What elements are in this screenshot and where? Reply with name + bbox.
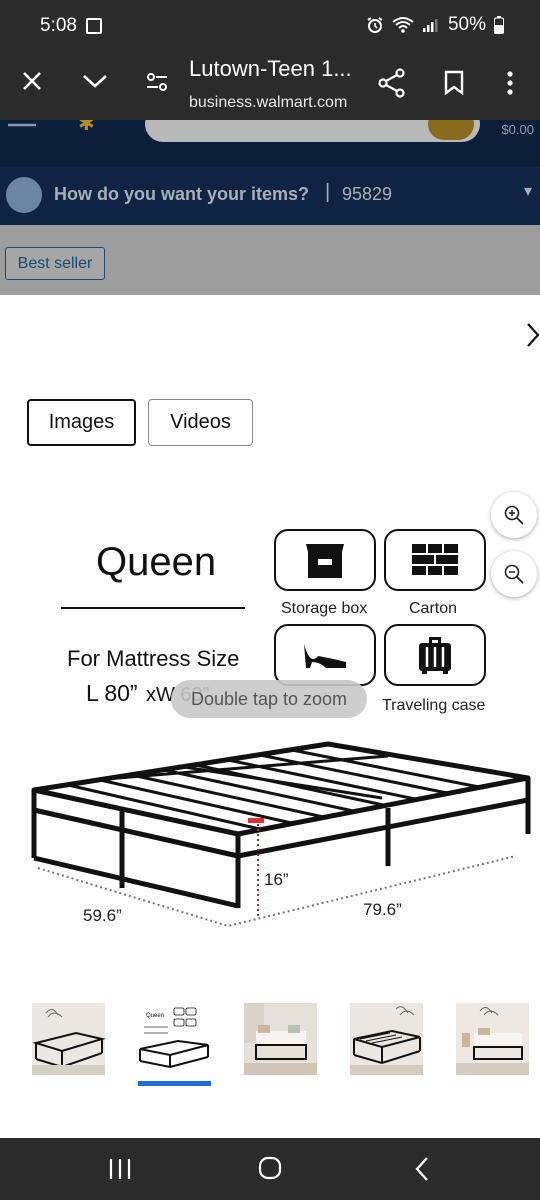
- thumbnail-1[interactable]: [32, 1003, 105, 1075]
- browser-toolbar: Lutown-Teen 1... business.walmart.com: [0, 52, 540, 120]
- page-url: business.walmart.com: [189, 94, 348, 111]
- selected-thumbnail-indicator: [138, 1081, 211, 1086]
- mattress-length: L 80”: [86, 680, 138, 706]
- gallery-notification-icon: [86, 18, 102, 34]
- home-icon[interactable]: [258, 1156, 282, 1180]
- traveling-case-badge: [384, 624, 486, 686]
- tab-images[interactable]: Images: [27, 399, 136, 446]
- bookmark-icon[interactable]: [443, 70, 465, 96]
- size-title: Queen: [96, 540, 217, 584]
- high-heel-icon: [304, 644, 346, 668]
- battery-icon: [494, 16, 504, 34]
- back-icon[interactable]: [414, 1156, 430, 1182]
- mattress-size-label: For Mattress Size: [67, 646, 240, 671]
- share-icon[interactable]: [378, 68, 406, 98]
- bedroom-2-thumb-image: [456, 1003, 529, 1075]
- site-header: ✱ $0.00: [0, 120, 540, 167]
- cart-total[interactable]: $0.00: [501, 122, 534, 137]
- page-title: Lutown-Teen 1...: [189, 56, 352, 81]
- divider-line: [61, 607, 245, 609]
- bedroom-thumb-image: [244, 1003, 317, 1075]
- battery-percent: 50%: [447, 14, 486, 35]
- width-dimension: 59.6”: [83, 906, 122, 925]
- thumbnail-3[interactable]: [244, 1003, 317, 1075]
- height-dimension: 16”: [264, 870, 289, 889]
- site-settings-icon[interactable]: [146, 71, 168, 93]
- high-heel-badge: [274, 624, 376, 686]
- carton-icon: [412, 544, 458, 575]
- menu-icon[interactable]: [6, 122, 38, 130]
- divider: |: [325, 181, 331, 203]
- delivery-selector[interactable]: How do you want your items? | 95829 ▾: [0, 167, 540, 225]
- suitcase-icon: [419, 637, 451, 674]
- thumbnail-4[interactable]: [350, 1003, 423, 1075]
- system-nav-bar: [0, 1138, 540, 1200]
- storage-box-label: Storage box: [281, 600, 368, 617]
- chevron-right-icon[interactable]: [526, 322, 540, 348]
- chevron-down-icon[interactable]: [82, 73, 108, 89]
- chevron-down-icon: ▾: [523, 183, 532, 200]
- delivery-question: How do you want your items?: [54, 184, 310, 204]
- status-bar: 5:08 50%: [0, 0, 540, 52]
- delivery-icon: [6, 177, 42, 213]
- walmart-spark-icon[interactable]: ✱: [78, 120, 118, 134]
- length-dimension: 79.6”: [363, 900, 402, 919]
- tab-videos[interactable]: Videos: [148, 399, 253, 446]
- alarm-icon: [367, 17, 383, 33]
- carton-label: Carton: [409, 600, 458, 617]
- wifi-icon: [392, 17, 414, 33]
- more-options-icon[interactable]: [505, 70, 515, 96]
- product-image[interactable]: Queen For Mattress Size L 80” xW 60” Sto…: [0, 480, 540, 960]
- thumb-caption: Queen: [146, 1013, 164, 1019]
- best-seller-badge: Best seller: [5, 247, 105, 280]
- bed-thumb-image: [32, 1003, 105, 1075]
- close-icon[interactable]: [21, 70, 43, 92]
- signal-icon: [422, 19, 438, 32]
- storage-box-icon: [306, 544, 344, 578]
- search-button[interactable]: [428, 120, 474, 140]
- bed-frame-thumb-image: [350, 1003, 423, 1075]
- status-right: 50%: [366, 14, 504, 36]
- traveling-case-label: Traveling case: [382, 697, 486, 714]
- zoom-hint-toast: Double tap to zoom: [171, 680, 367, 718]
- thumbnail-5[interactable]: [456, 1003, 529, 1075]
- status-time: 5:08: [40, 15, 77, 36]
- zip-code: 95829: [342, 184, 393, 204]
- recent-apps-icon[interactable]: [108, 1158, 132, 1180]
- thumbnail-2[interactable]: Queen: [138, 1003, 211, 1075]
- queen-thumb-image: Queen: [139, 1007, 209, 1069]
- page-background: ✱ $0.00 How do you want your items? | 95…: [0, 120, 540, 295]
- storage-box-badge: [274, 529, 376, 591]
- carton-badge: [384, 529, 486, 591]
